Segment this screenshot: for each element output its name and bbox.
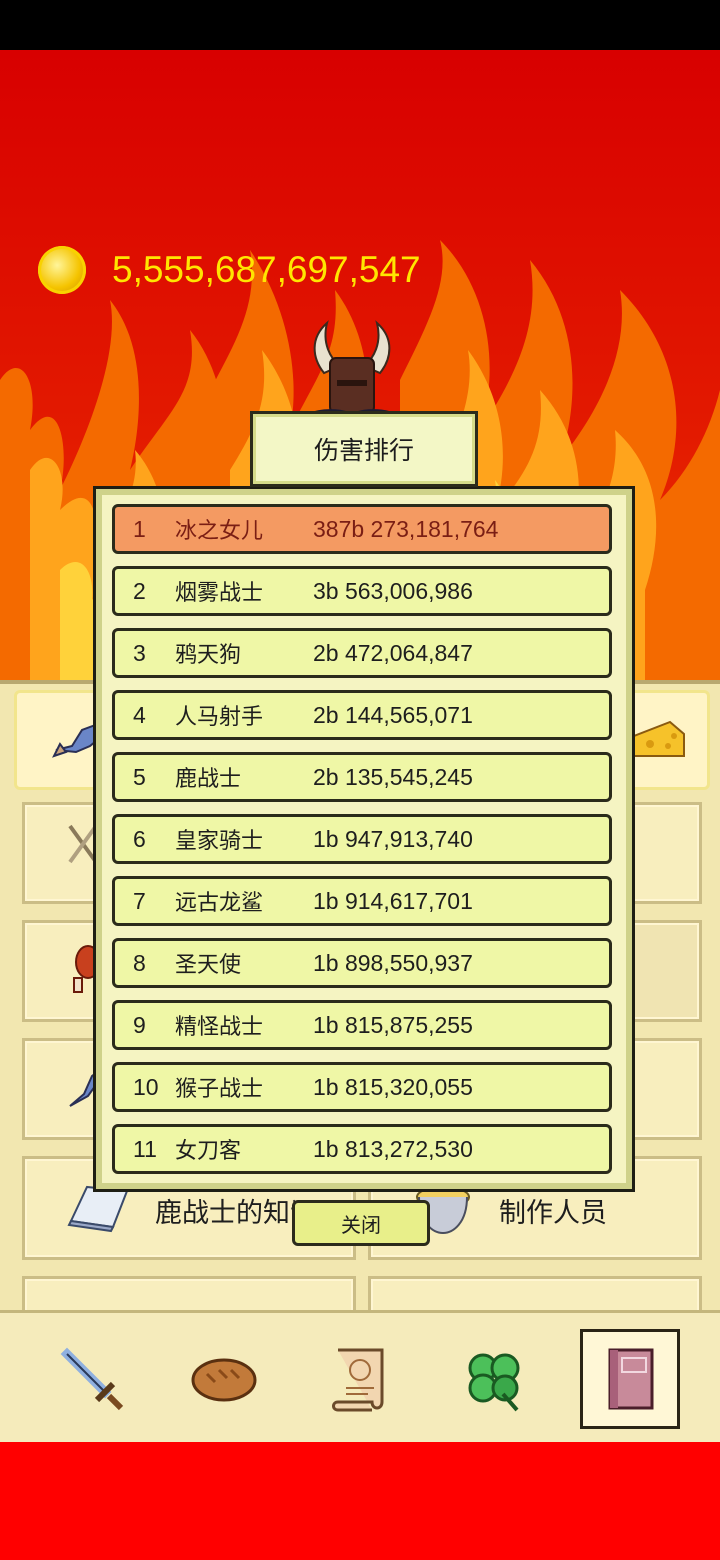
row-name: 精怪战士 [175, 1015, 264, 1040]
gold-counter: 5,555,687,697,547 [38, 246, 421, 294]
row-name: 人马射手 [175, 705, 264, 730]
row-rank: 8 [133, 949, 146, 976]
modal-title: 伤害排行 [250, 411, 478, 487]
row-name: 远古龙鲨 [175, 891, 264, 916]
ranking-row[interactable]: 9 精怪战士 1b 815,875,255 [112, 1000, 612, 1050]
ranking-row[interactable]: 11 女刀客 1b 813,272,530 [112, 1124, 612, 1174]
row-rank: 1 [133, 515, 146, 542]
row-rank: 5 [133, 763, 146, 790]
gold-amount: 5,555,687,697,547 [112, 249, 421, 290]
nav-quests-button[interactable] [312, 1331, 408, 1427]
nav-luck-button[interactable] [446, 1331, 542, 1427]
row-name: 鸦天狗 [175, 643, 242, 668]
ranking-row[interactable]: 6 皇家骑士 1b 947,913,740 [112, 814, 612, 864]
row-rank: 7 [133, 887, 146, 914]
cheese-icon [633, 720, 685, 757]
row-rank: 11 [133, 1135, 157, 1162]
close-button[interactable]: 关闭 [292, 1200, 430, 1246]
row-name: 皇家骑士 [175, 829, 264, 854]
row-damage: 2b 144,565,071 [313, 701, 473, 728]
ranking-row[interactable]: 1 冰之女儿 387b 273,181,764 [112, 504, 612, 554]
row-damage: 1b 914,617,701 [313, 887, 473, 914]
ranking-row[interactable]: 7 远古龙鲨 1b 914,617,701 [112, 876, 612, 926]
damage-ranking-modal: 1 冰之女儿 387b 273,181,764 2 烟雾战士 3b 563,00… [93, 486, 635, 1192]
row-rank: 2 [133, 577, 146, 604]
gold-coin-icon [38, 246, 86, 294]
row-name: 冰之女儿 [175, 519, 264, 544]
ranking-row[interactable]: 4 人马射手 2b 144,565,071 [112, 690, 612, 740]
ranking-row[interactable]: 10 猴子战士 1b 815,320,055 [112, 1062, 612, 1112]
row-damage: 1b 813,272,530 [313, 1135, 473, 1162]
nav-book-button[interactable] [580, 1329, 680, 1429]
row-damage: 1b 815,320,055 [313, 1073, 473, 1100]
scroll-icon [332, 1348, 384, 1412]
row-name: 猴子战士 [175, 1077, 264, 1102]
ranking-row[interactable]: 5 鹿战士 2b 135,545,245 [112, 752, 612, 802]
row-name: 烟雾战士 [175, 581, 264, 606]
row-rank: 6 [133, 825, 146, 852]
footer-area [0, 1442, 720, 1560]
row-name: 鹿战士 [175, 767, 242, 792]
nav-weapons-button[interactable] [44, 1331, 140, 1427]
status-bar [0, 0, 720, 50]
sword-icon [60, 1347, 124, 1411]
bottom-nav [0, 1310, 720, 1445]
row-rank: 10 [133, 1073, 159, 1100]
row-damage: 3b 563,006,986 [313, 577, 473, 604]
row-damage: 2b 135,545,245 [313, 763, 473, 790]
ranking-row[interactable]: 3 鸦天狗 2b 472,064,847 [112, 628, 612, 678]
row-rank: 3 [133, 639, 146, 666]
bread-icon [191, 1358, 257, 1402]
ranking-row[interactable]: 8 圣天使 1b 898,550,937 [112, 938, 612, 988]
row-damage: 387b 273,181,764 [313, 515, 499, 542]
book-icon [608, 1348, 654, 1410]
credits-label: 制作人员 [499, 1198, 607, 1228]
row-rank: 9 [133, 1011, 146, 1038]
row-damage: 1b 815,875,255 [313, 1011, 473, 1038]
nav-food-button[interactable] [176, 1331, 272, 1427]
row-damage: 2b 472,064,847 [313, 639, 473, 666]
clover-icon [468, 1353, 520, 1412]
ranking-row[interactable]: 2 烟雾战士 3b 563,006,986 [112, 566, 612, 616]
row-name: 圣天使 [175, 953, 242, 978]
row-name: 女刀客 [175, 1139, 242, 1164]
row-rank: 4 [133, 701, 146, 728]
row-damage: 1b 898,550,937 [313, 949, 473, 976]
row-damage: 1b 947,913,740 [313, 825, 473, 852]
